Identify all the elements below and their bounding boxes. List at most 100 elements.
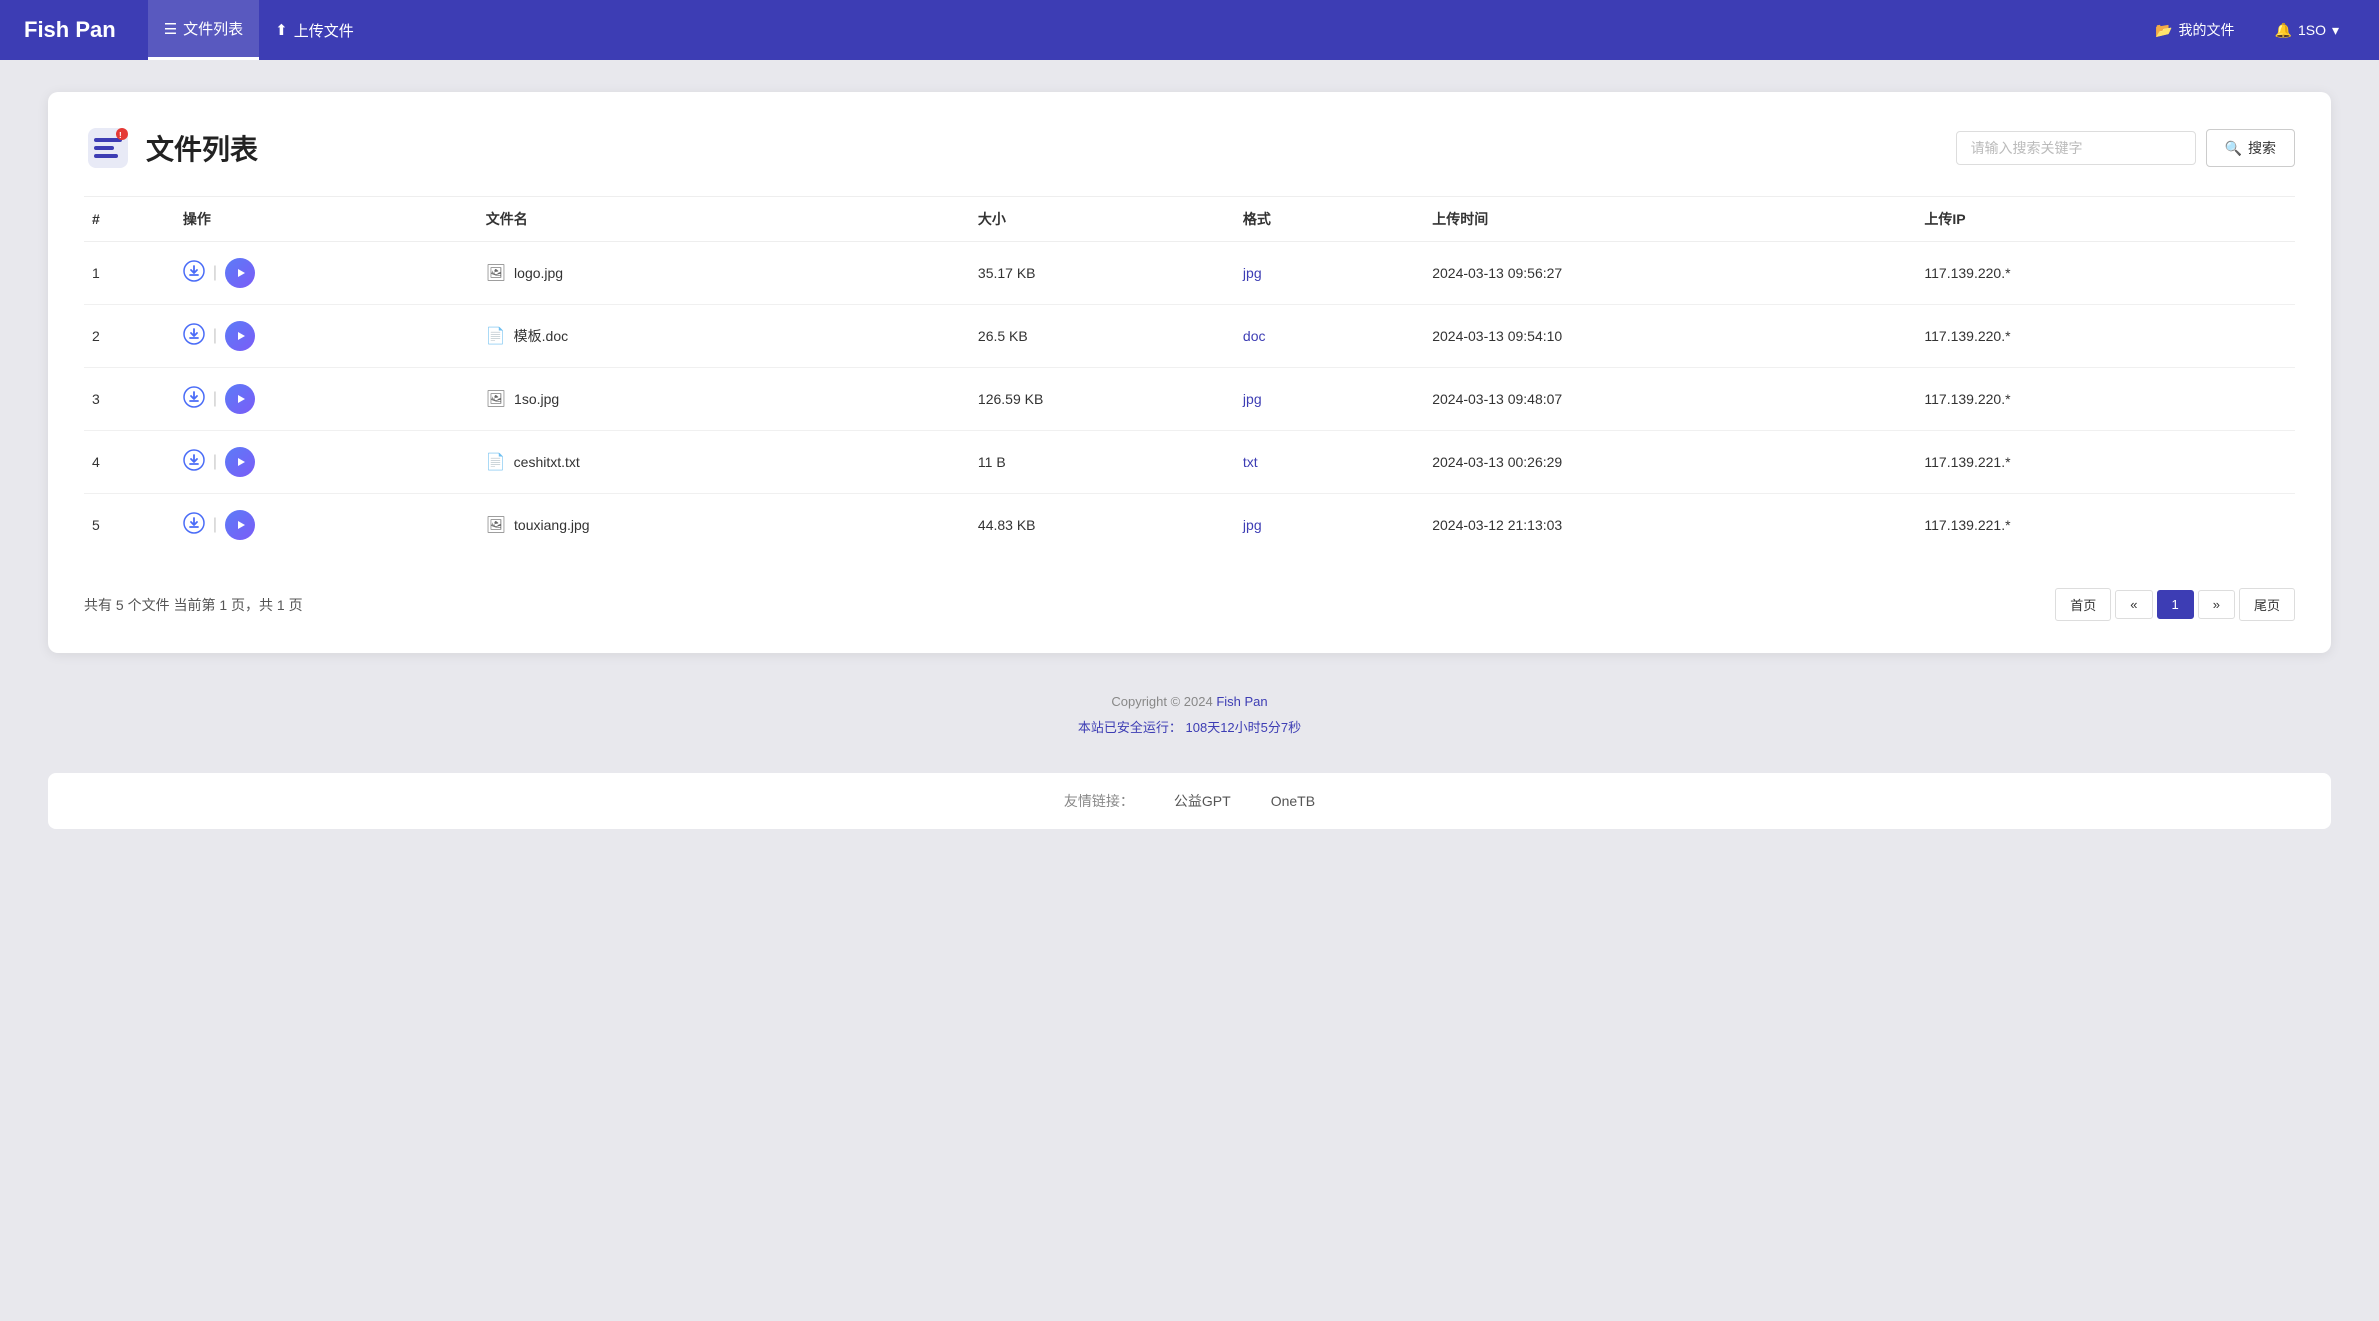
cell-op: | bbox=[175, 368, 478, 431]
download-button[interactable] bbox=[183, 386, 205, 412]
action-group: | bbox=[183, 510, 470, 540]
table-header-row: # 操作 文件名 大小 格式 上传时间 上传IP bbox=[84, 197, 2295, 242]
footer-copyright: Copyright © 2024 Fish Pan bbox=[0, 689, 2379, 715]
page-current-button[interactable]: 1 bbox=[2157, 590, 2194, 619]
cell-ip: 117.139.221.* bbox=[1916, 431, 2295, 494]
search-input[interactable] bbox=[1956, 131, 2196, 165]
op-divider: | bbox=[213, 390, 217, 408]
cell-ip: 117.139.220.* bbox=[1916, 368, 2295, 431]
download-button[interactable] bbox=[183, 260, 205, 286]
play-button[interactable] bbox=[225, 447, 255, 477]
card-header: ! 文件列表 🔍 搜索 bbox=[84, 124, 2295, 172]
main-content: ! 文件列表 🔍 搜索 # 操作 文件名 大小 格式 bbox=[0, 60, 2379, 653]
folder-icon: 📂 bbox=[2155, 22, 2172, 39]
pagination-area: 共有 5 个文件 当前第 1 页，共 1 页 首页 « 1 » 尾页 bbox=[84, 584, 2295, 621]
nav-my-files[interactable]: 📂 我的文件 bbox=[2139, 0, 2250, 60]
op-divider: | bbox=[213, 327, 217, 345]
op-divider: | bbox=[213, 264, 217, 282]
page-info: 共有 5 个文件 当前第 1 页，共 1 页 bbox=[84, 595, 303, 615]
cell-format: jpg bbox=[1235, 368, 1424, 431]
format-link[interactable]: jpg bbox=[1243, 391, 1262, 407]
cell-format: doc bbox=[1235, 305, 1424, 368]
col-header-fmt: 格式 bbox=[1235, 197, 1424, 242]
file-name-area: 🖼 touxiang.jpg bbox=[486, 515, 962, 535]
action-group: | bbox=[183, 384, 470, 414]
download-button[interactable] bbox=[183, 449, 205, 475]
cell-num: 3 bbox=[84, 368, 175, 431]
footer-link-onetb[interactable]: OneTB bbox=[1271, 793, 1315, 809]
page-first-button[interactable]: 首页 bbox=[2055, 588, 2111, 621]
cell-name: 🖼 touxiang.jpg bbox=[478, 494, 970, 557]
cell-ip: 117.139.220.* bbox=[1916, 242, 2295, 305]
download-button[interactable] bbox=[183, 512, 205, 538]
navbar-right: 📂 我的文件 🔔 1SO ▾ bbox=[2139, 0, 2355, 60]
nav-file-list[interactable]: ☰ 文件列表 bbox=[148, 0, 259, 60]
file-name-area: 🖼 1so.jpg bbox=[486, 389, 962, 409]
file-table: # 操作 文件名 大小 格式 上传时间 上传IP 1 bbox=[84, 196, 2295, 556]
play-button[interactable] bbox=[225, 258, 255, 288]
file-name-text: 模板.doc bbox=[514, 326, 568, 346]
format-link[interactable]: jpg bbox=[1243, 265, 1262, 281]
col-header-name: 文件名 bbox=[478, 197, 970, 242]
cell-op: | bbox=[175, 305, 478, 368]
cell-op: | bbox=[175, 431, 478, 494]
file-type-icon: 📄 bbox=[486, 452, 506, 472]
cell-time: 2024-03-12 21:13:03 bbox=[1424, 494, 1916, 557]
navbar: Fish Pan ☰ 文件列表 ⬆ 上传文件 📂 我的文件 🔔 1SO ▾ bbox=[0, 0, 2379, 60]
format-link[interactable]: txt bbox=[1243, 454, 1258, 470]
action-group: | bbox=[183, 258, 470, 288]
cell-time: 2024-03-13 09:48:07 bbox=[1424, 368, 1916, 431]
card-title-icon: ! bbox=[84, 124, 132, 172]
page-last-button[interactable]: 尾页 bbox=[2239, 588, 2295, 621]
page-title: 文件列表 bbox=[146, 128, 258, 168]
cell-format: txt bbox=[1235, 431, 1424, 494]
op-divider: | bbox=[213, 453, 217, 471]
play-button[interactable] bbox=[225, 384, 255, 414]
file-name-text: ceshitxt.txt bbox=[514, 454, 580, 470]
format-link[interactable]: doc bbox=[1243, 328, 1266, 344]
cell-size: 126.59 KB bbox=[970, 368, 1235, 431]
col-header-op: 操作 bbox=[175, 197, 478, 242]
file-type-icon: 📄 bbox=[486, 326, 506, 346]
footer: Copyright © 2024 Fish Pan 本站已安全运行： 108天1… bbox=[0, 653, 2379, 757]
footer-uptime: 本站已安全运行： 108天12小时5分7秒 bbox=[0, 715, 2379, 741]
cell-op: | bbox=[175, 494, 478, 557]
play-button[interactable] bbox=[225, 510, 255, 540]
search-icon: 🔍 bbox=[2225, 140, 2242, 157]
nav-user[interactable]: 🔔 1SO ▾ bbox=[2259, 0, 2355, 60]
cell-name: 📄 ceshitxt.txt bbox=[478, 431, 970, 494]
cell-name: 📄 模板.doc bbox=[478, 305, 970, 368]
format-link[interactable]: jpg bbox=[1243, 517, 1262, 533]
page-prev-button[interactable]: « bbox=[2115, 590, 2152, 619]
cell-time: 2024-03-13 00:26:29 bbox=[1424, 431, 1916, 494]
action-group: | bbox=[183, 447, 470, 477]
footer-links-label: 友情链接： bbox=[1064, 791, 1134, 811]
bell-icon: 🔔 bbox=[2275, 22, 2292, 39]
cell-name: 🖼 logo.jpg bbox=[478, 242, 970, 305]
page-next-button[interactable]: » bbox=[2198, 590, 2235, 619]
table-row: 4 | bbox=[84, 431, 2295, 494]
cell-size: 11 B bbox=[970, 431, 1235, 494]
cell-num: 4 bbox=[84, 431, 175, 494]
footer-brand-link[interactable]: Fish Pan bbox=[1216, 694, 1267, 709]
col-header-ip: 上传IP bbox=[1916, 197, 2295, 242]
search-button[interactable]: 🔍 搜索 bbox=[2206, 129, 2295, 167]
cell-size: 44.83 KB bbox=[970, 494, 1235, 557]
brand-logo: Fish Pan bbox=[24, 17, 116, 43]
nav-upload[interactable]: ⬆ 上传文件 bbox=[259, 0, 370, 60]
file-name-text: 1so.jpg bbox=[514, 391, 559, 407]
footer-links-area: 友情链接： 公益GPT OneTB bbox=[48, 773, 2331, 829]
col-header-size: 大小 bbox=[970, 197, 1235, 242]
cell-num: 5 bbox=[84, 494, 175, 557]
upload-icon: ⬆ bbox=[275, 21, 288, 39]
cell-name: 🖼 1so.jpg bbox=[478, 368, 970, 431]
cell-op: | bbox=[175, 242, 478, 305]
cell-ip: 117.139.221.* bbox=[1916, 494, 2295, 557]
play-button[interactable] bbox=[225, 321, 255, 351]
footer-link-gpt[interactable]: 公益GPT bbox=[1174, 791, 1231, 811]
op-divider: | bbox=[213, 516, 217, 534]
file-name-text: touxiang.jpg bbox=[514, 517, 590, 533]
cell-time: 2024-03-13 09:54:10 bbox=[1424, 305, 1916, 368]
download-button[interactable] bbox=[183, 323, 205, 349]
chevron-down-icon: ▾ bbox=[2332, 22, 2339, 39]
